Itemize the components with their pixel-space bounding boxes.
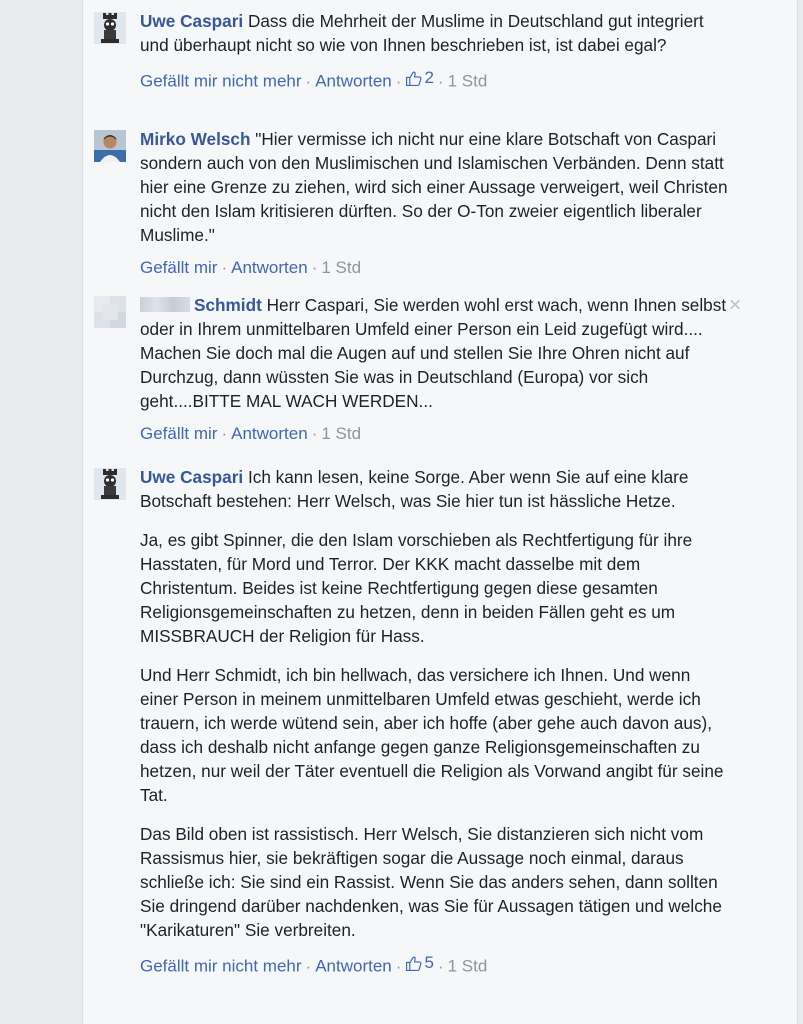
chess-figure-avatar-icon [94, 468, 126, 500]
comment-paragraph: Und Herr Schmidt, ich bin hellwach, das … [140, 665, 724, 805]
separator: · [305, 956, 312, 976]
like-button[interactable]: Gefällt mir [140, 424, 217, 443]
comment-author[interactable]: Uwe Caspari [140, 467, 243, 487]
comment-timestamp[interactable]: 1 Std [321, 258, 361, 277]
separator: · [311, 258, 318, 277]
separator: · [221, 424, 228, 443]
comment-timestamp[interactable]: 1 Std [448, 957, 488, 976]
comment-actions: Gefällt mir · Antworten · 1 Std [140, 423, 730, 445]
reply-button[interactable]: Antworten [231, 258, 308, 277]
blurred-avatar-icon [94, 296, 126, 328]
reply-button[interactable]: Antworten [231, 424, 308, 443]
separator: · [305, 71, 312, 91]
avatar[interactable] [94, 296, 126, 328]
thumbs-up-icon [406, 71, 422, 86]
comment-actions: Gefällt mir nicht mehr · Antworten · 5 · 1 Std [140, 952, 730, 978]
like-button[interactable]: Gefällt mir [140, 258, 217, 277]
comment-timestamp[interactable]: 1 Std [321, 424, 361, 443]
separator: · [437, 71, 444, 91]
avatar[interactable] [94, 468, 126, 500]
reply-button[interactable]: Antworten [315, 72, 392, 91]
comment-author[interactable]: Uwe Caspari [140, 11, 243, 31]
like-count-value: 5 [424, 953, 434, 972]
thumbs-up-icon [406, 956, 422, 971]
comment-paragraph: Das Bild oben ist rassistisch. Herr Wels… [140, 824, 722, 940]
like-count-value: 2 [424, 68, 434, 87]
like-count[interactable]: 2 [405, 67, 434, 89]
reply-button[interactable]: Antworten [315, 957, 392, 976]
close-icon[interactable]: × [727, 294, 743, 316]
comment-author[interactable]: Schmidt [140, 295, 262, 315]
comment-paragraph: Ja, es gibt Spinner, die den Islam vorsc… [140, 530, 693, 646]
like-count[interactable]: 5 [405, 952, 434, 974]
comment-actions: Gefällt mir · Antworten · 1 Std [140, 257, 730, 279]
avatar[interactable] [94, 12, 126, 44]
separator: · [221, 258, 228, 277]
redacted-name [140, 297, 190, 312]
chess-figure-avatar-icon [94, 12, 126, 44]
separator: · [437, 956, 444, 976]
unlike-button[interactable]: Gefällt mir nicht mehr [140, 72, 302, 91]
separator: · [395, 956, 402, 976]
comment-author[interactable]: Mirko Welsch [140, 129, 250, 149]
separator: · [395, 71, 402, 91]
profile-photo-icon [94, 130, 126, 162]
comment-actions: Gefällt mir nicht mehr · Antworten · 2 · 1 Std [140, 67, 730, 93]
avatar[interactable] [94, 130, 126, 162]
separator: · [311, 424, 318, 443]
unlike-button[interactable]: Gefällt mir nicht mehr [140, 957, 302, 976]
comment-timestamp[interactable]: 1 Std [448, 72, 488, 91]
